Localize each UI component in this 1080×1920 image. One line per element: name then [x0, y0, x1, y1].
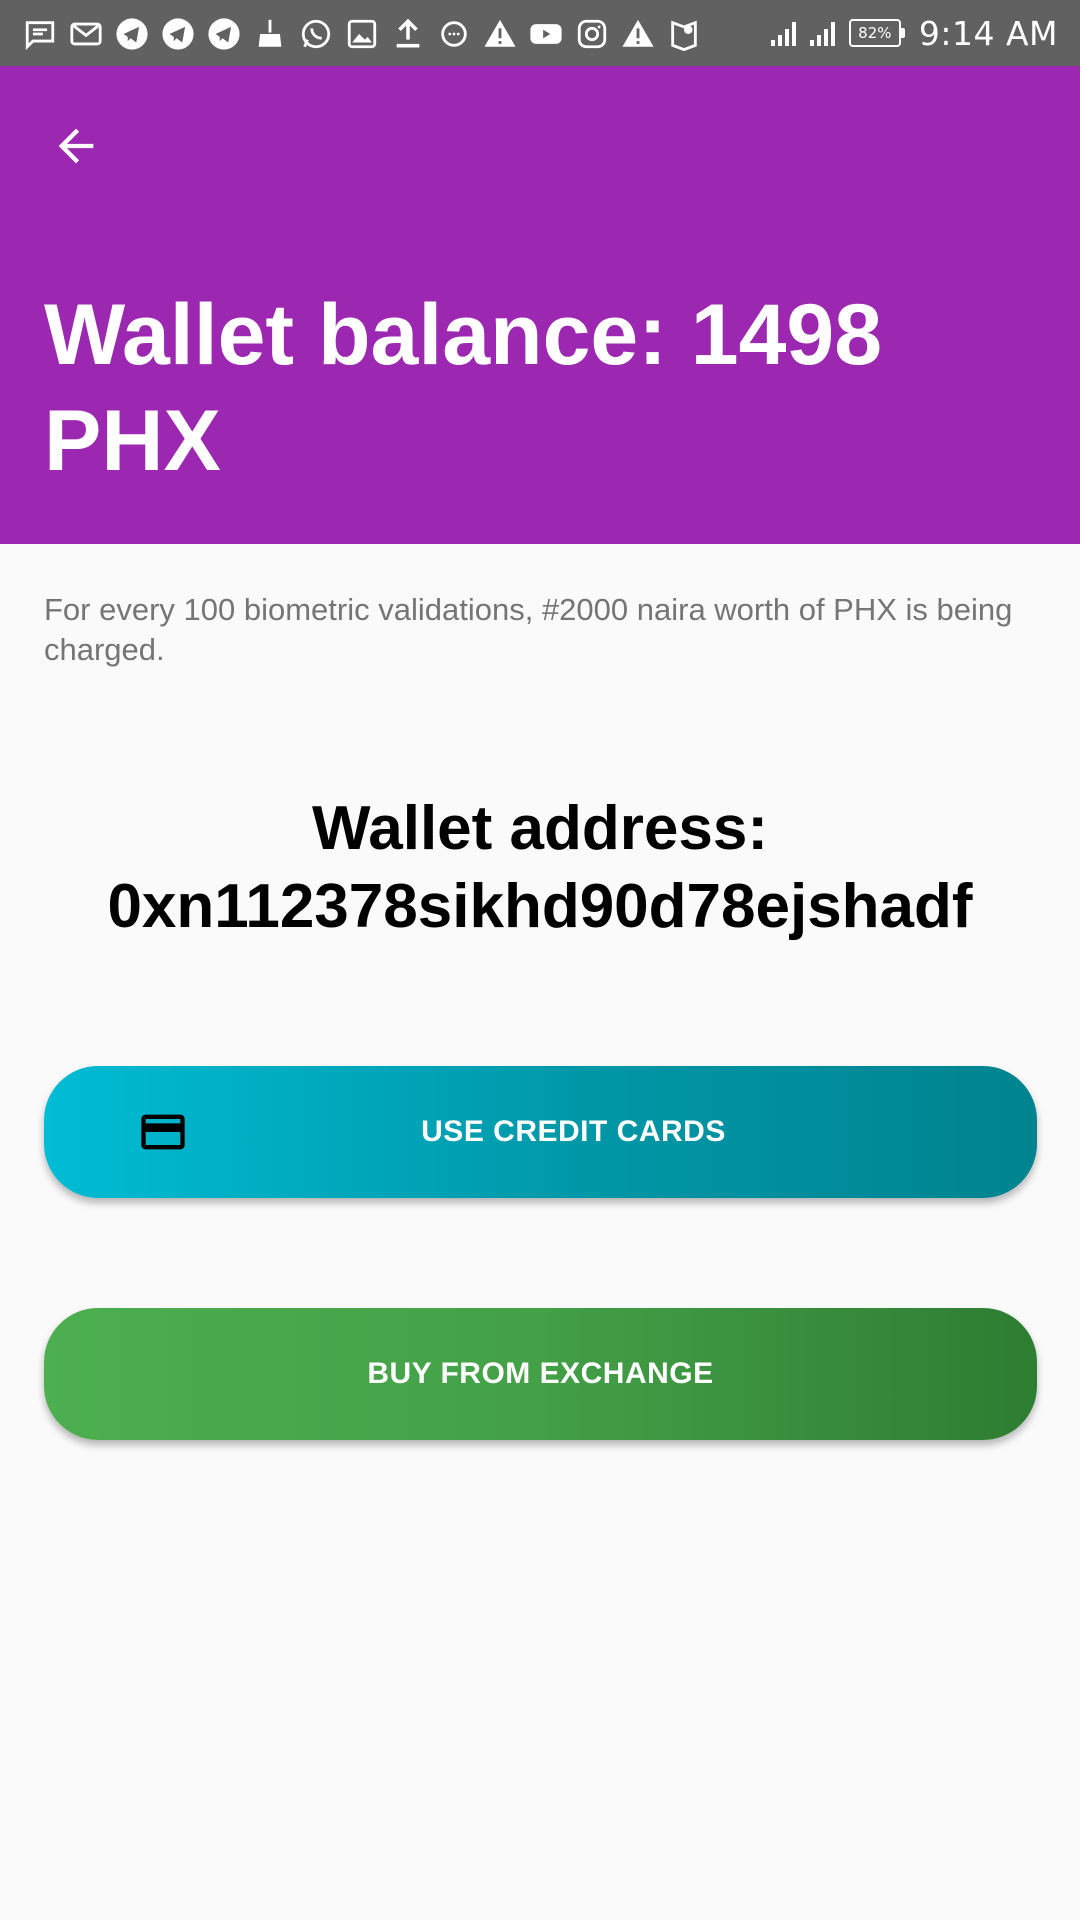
- telegram-icon: [114, 16, 150, 52]
- gmail-icon: [68, 16, 104, 52]
- instagram-icon: [574, 16, 610, 52]
- battery-icon: 82%: [848, 19, 905, 47]
- wallet-address: Wallet address: 0xn112378sikhd90d78ejsha…: [107, 794, 973, 941]
- upload-icon: [390, 16, 426, 52]
- maps-icon: [666, 16, 702, 52]
- signal-strength-icon: [809, 20, 835, 46]
- broom-icon: [252, 16, 288, 52]
- warning-icon: [482, 16, 518, 52]
- status-bar: 82% 9:14 AM: [0, 0, 1080, 66]
- status-indicators: 82% 9:14 AM: [770, 10, 1058, 56]
- whatsapp-icon: [298, 16, 334, 52]
- signal-strength-icon: [770, 20, 796, 46]
- warning-icon: [620, 16, 656, 52]
- battery-level: 82%: [848, 19, 901, 47]
- notification-icons: [22, 12, 702, 56]
- arrow-back-icon: [58, 128, 94, 164]
- buy-from-exchange-button[interactable]: BUY FROM EXCHANGE: [44, 1308, 1037, 1440]
- telegram-icon: [206, 16, 242, 52]
- back-button[interactable]: [40, 110, 112, 182]
- status-time: 9:14 AM: [918, 13, 1058, 53]
- billing-note: For every 100 biometric validations, #20…: [44, 592, 1013, 667]
- message-icon: [22, 16, 58, 52]
- buy-from-exchange-label: BUY FROM EXCHANGE: [367, 1357, 714, 1390]
- image-icon: [344, 16, 380, 52]
- app-header: Wallet balance: 1498 PHX: [0, 66, 1080, 544]
- youtube-icon: [528, 16, 564, 52]
- use-credit-cards-label: USE CREDIT CARDS: [421, 1115, 726, 1148]
- chat-bubble-icon: [436, 16, 472, 52]
- use-credit-cards-button[interactable]: USE CREDIT CARDS: [44, 1066, 1037, 1198]
- page-title: Wallet balance: 1498 PHX: [44, 287, 883, 489]
- telegram-icon: [160, 16, 196, 52]
